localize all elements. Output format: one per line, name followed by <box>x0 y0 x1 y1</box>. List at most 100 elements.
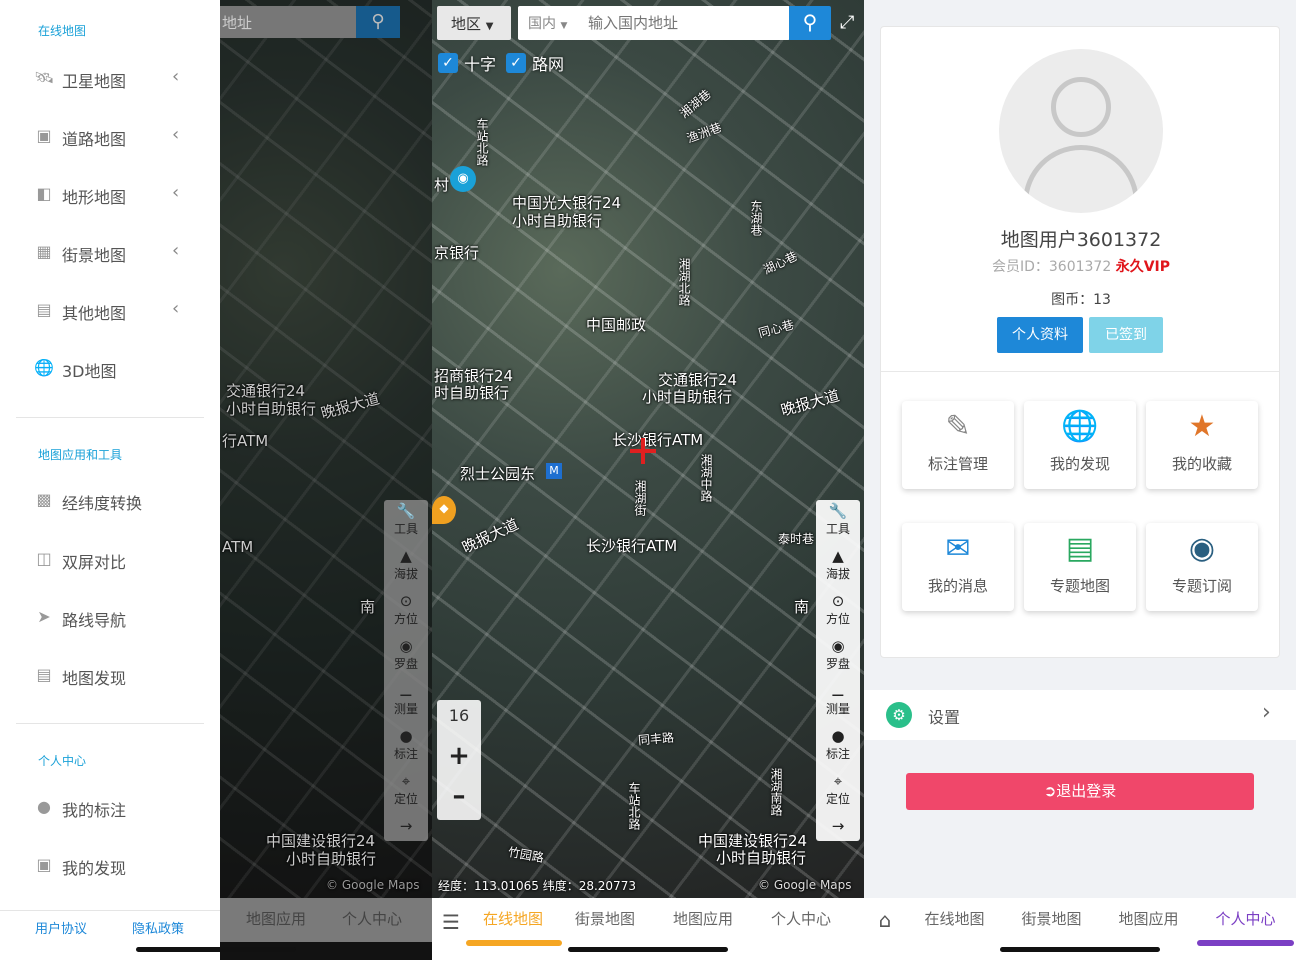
drawer-item-label: 卫星地图 <box>62 72 127 91</box>
tool-item: 🔧 工具 <box>384 500 428 545</box>
attribution: © Google Maps <box>758 878 852 892</box>
tab-online-map[interactable]: 在线地图 <box>906 898 1003 929</box>
privacy-policy-link[interactable]: 隐私政策 <box>132 918 184 937</box>
topic-map-icon: ▤ <box>1065 531 1095 566</box>
tool-tools[interactable]: 🔧 工具 <box>816 500 860 545</box>
marker-icon: ● <box>399 727 413 745</box>
scope-select[interactable]: 国内 ▼ <box>528 13 567 33</box>
crosshair-icon <box>641 438 645 464</box>
drawer-item-other[interactable]: ▤ 其他地图 ‹ <box>0 290 210 330</box>
home-indicator <box>568 947 728 952</box>
tool-item: ◉ 罗盘 <box>384 635 428 680</box>
zoom-in-button[interactable]: + <box>437 734 481 778</box>
tile-label: 标注管理 <box>927 455 988 473</box>
drawer-item-my-discover[interactable]: ▣ 我的发现 <box>0 845 210 885</box>
tool-bearing[interactable]: ⊙ 方位 <box>816 590 860 635</box>
tile-label: 我的收藏 <box>1171 455 1232 473</box>
satellite-icon: 🛰 <box>34 68 55 87</box>
tile-my-favorites[interactable]: ★ 我的收藏 <box>1146 401 1258 489</box>
drawer-item-my-marks[interactable]: ● 我的标注 <box>0 787 210 827</box>
profile-button[interactable]: 个人资料 <box>997 317 1083 353</box>
divider <box>16 723 204 724</box>
map-label: 车站北路 <box>627 782 641 830</box>
pin-icon: ● <box>37 797 51 816</box>
caret-down-icon: ▼ <box>560 21 568 31</box>
search-icon: ⚲ <box>802 10 818 34</box>
tab-user-center[interactable]: 个人中心 <box>752 898 850 929</box>
tile-label: 我的消息 <box>927 577 988 595</box>
tool-compass[interactable]: ◉ 罗盘 <box>816 635 860 680</box>
map-label: ATM <box>222 538 254 556</box>
region-button[interactable]: 地区 ▼ <box>437 6 511 40</box>
tab-user-center: 个人中心 <box>342 910 403 928</box>
search-input[interactable] <box>588 10 784 36</box>
drawer-item-terrain[interactable]: ◧ 地形地图 ‹ <box>0 174 210 214</box>
tile-topic-map[interactable]: ▤ 专题地图 <box>1024 523 1136 611</box>
tile-my-messages[interactable]: ✉ 我的消息 <box>902 523 1014 611</box>
avatar[interactable] <box>999 49 1163 213</box>
tab-user-center[interactable]: 个人中心 <box>1197 898 1294 946</box>
search-button[interactable]: ⚲ <box>789 6 831 40</box>
tool-mark[interactable]: ● 标注 <box>816 725 860 770</box>
elevation-icon: ▲ <box>832 547 844 565</box>
favorite-pin-icon: ★ <box>1188 409 1216 444</box>
tool-more[interactable]: → <box>816 815 860 841</box>
map-label: 湘湖南路 <box>769 768 783 816</box>
drawer-item-coordinate[interactable]: ▩ 经纬度转换 <box>0 480 210 520</box>
map-label: 湘湖街 <box>633 480 647 516</box>
drawer-item-road[interactable]: ▣ 道路地图 ‹ <box>0 116 210 156</box>
restaurant-pin-icon[interactable]: ◆ <box>432 496 456 524</box>
terrain-icon: ◧ <box>36 184 52 203</box>
camera-pin-icon[interactable]: ◉ <box>450 166 476 192</box>
tool-locate[interactable]: ⌖ 定位 <box>816 770 860 815</box>
fullscreen-icon[interactable]: ⤢ <box>840 12 854 33</box>
chevron-right-icon: › <box>1262 700 1271 725</box>
zoom-out-button[interactable]: – <box>437 778 481 818</box>
tool-elevation[interactable]: ▲ 海拔 <box>816 545 860 590</box>
search-button[interactable]: ⚲ <box>356 6 400 38</box>
zoom-control: 16 + – <box>437 700 481 820</box>
street-view-icon: ▦ <box>36 242 52 261</box>
tile-my-discover[interactable]: 🌐 我的发现 <box>1024 401 1136 489</box>
divider <box>0 910 220 911</box>
checkbox-cross[interactable]: ✓ 十字 <box>438 51 496 75</box>
tile-topic-subscribe[interactable]: ◉ 专题订阅 <box>1146 523 1258 611</box>
map-label: 南 <box>360 598 376 616</box>
drawer-item-3d[interactable]: 🌐 3D地图 <box>0 348 210 388</box>
drawer-item-satellite[interactable]: 🛰 卫星地图 ‹ <box>0 58 210 98</box>
tab-street-map[interactable]: 街景地图 <box>1003 898 1100 929</box>
drawer-item-compare[interactable]: ◫ 双屏对比 <box>0 539 210 579</box>
map-label: 烈士公园东 <box>460 465 536 483</box>
subscribe-icon: ◉ <box>1188 531 1216 566</box>
search-input[interactable]: 地址 <box>220 6 356 38</box>
username: 地图用户3601372 <box>1000 229 1162 251</box>
signed-in-button[interactable]: 已签到 <box>1089 317 1163 353</box>
tab-street-map[interactable]: 街景地图 <box>556 898 654 929</box>
compare-icon: ◫ <box>36 549 52 568</box>
coordinates-readout: 经度：113.01065 纬度：28.20773 <box>438 879 636 893</box>
menu-icon[interactable]: ☰ <box>432 898 470 934</box>
tab-online-map[interactable]: 在线地图 <box>466 898 562 946</box>
tile-annotation-manage[interactable]: ✎ 标注管理 <box>902 401 1014 489</box>
map-label: 南 <box>794 598 810 616</box>
drawer-item-navigation[interactable]: ➤ 路线导航 <box>0 597 210 637</box>
checkmark-icon: ✓ <box>438 53 458 73</box>
tab-map-apps[interactable]: 地图应用 <box>1100 898 1197 929</box>
user-agreement-link[interactable]: 用户协议 <box>35 918 87 937</box>
locate-icon: ⌖ <box>401 772 411 790</box>
checkbox-road[interactable]: ✓ 路网 <box>506 51 564 75</box>
tool-measure[interactable]: ⚊ 测量 <box>816 680 860 725</box>
drawer-item-street[interactable]: ▦ 街景地图 ‹ <box>0 232 210 272</box>
globe-icon: 🌐 <box>34 358 54 377</box>
drawer-item-label: 地图发现 <box>62 669 127 688</box>
bearing-icon: ⊙ <box>399 592 413 610</box>
settings-row[interactable]: ⚙ 设置 › <box>864 690 1296 740</box>
drawer-item-label: 其他地图 <box>62 304 127 323</box>
tool-item: ▲ 海拔 <box>384 545 428 590</box>
metro-icon[interactable]: M <box>546 463 562 479</box>
logout-button[interactable]: ➲退出登录 <box>906 773 1254 810</box>
drawer-item-discover[interactable]: ▤ 地图发现 <box>0 655 210 695</box>
drawer-item-label: 路线导航 <box>62 611 127 630</box>
tab-map-apps[interactable]: 地图应用 <box>654 898 752 929</box>
home-icon[interactable]: ⌂ <box>864 898 906 932</box>
